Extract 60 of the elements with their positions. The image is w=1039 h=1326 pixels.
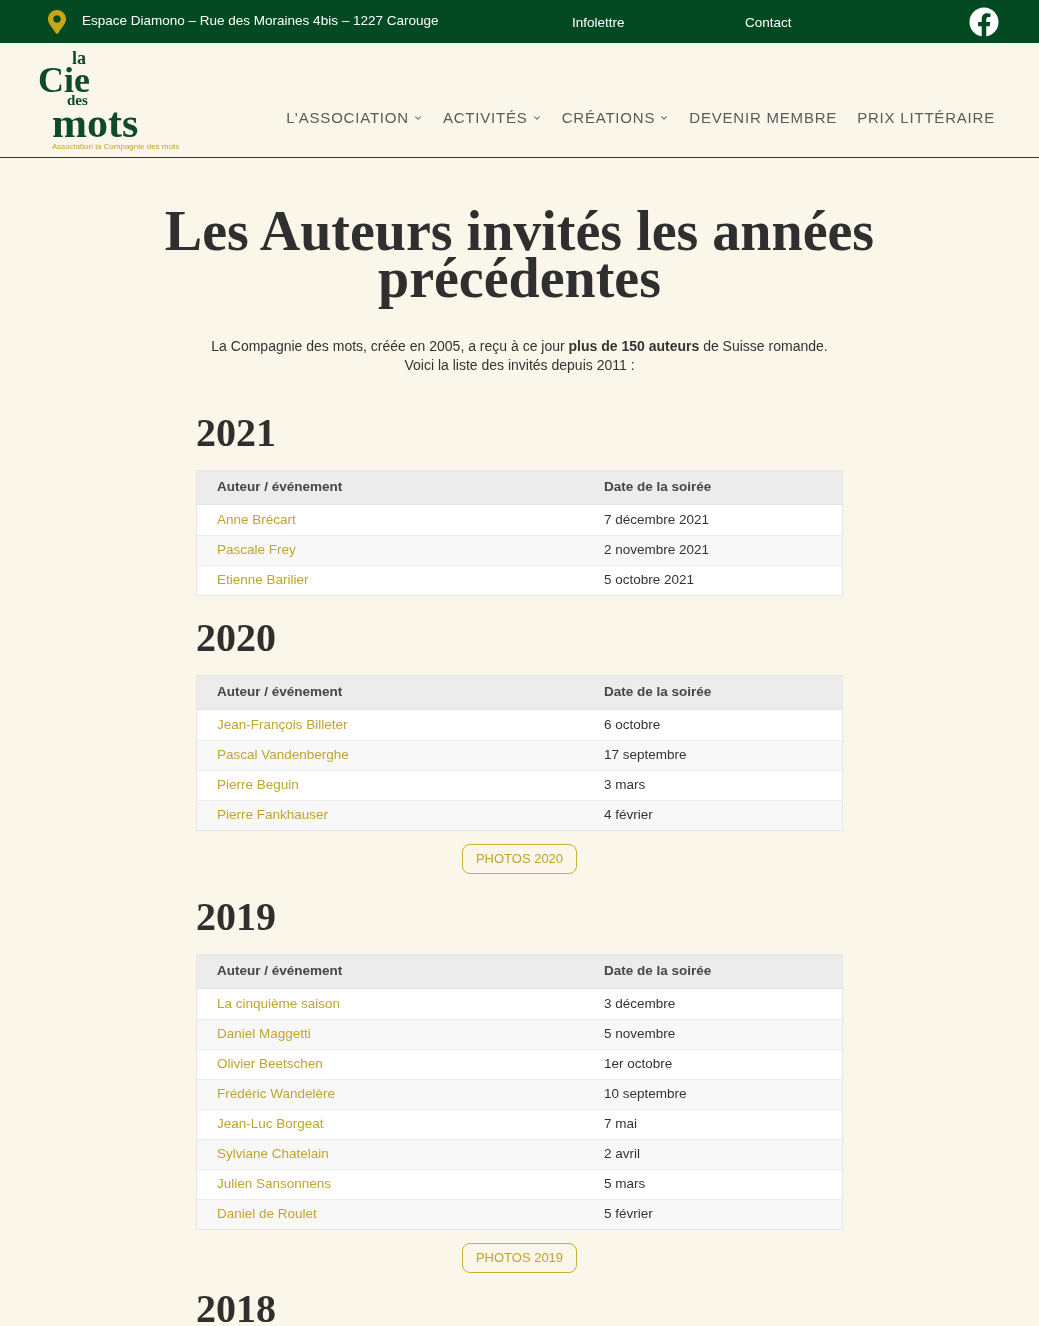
nav-link[interactable]: L’ASSOCIATION [286, 106, 423, 130]
author-link[interactable]: La cinquième saison [217, 995, 341, 1011]
year-heading: 2018 [196, 1293, 276, 1325]
date-text: 5 octobre 2021 [604, 572, 695, 588]
column-header: Auteur / événement [217, 963, 343, 979]
author-link[interactable]: Daniel Maggetti [217, 1026, 311, 1042]
date-text: 4 février [604, 807, 653, 823]
column-header: Date de la soirée [604, 684, 712, 700]
author-link[interactable]: Pierre Fankhauser [217, 807, 329, 823]
author-link[interactable]: Pierre Beguin [217, 777, 299, 793]
address-text: Espace Diamono – Rue des Moraines 4bis – 1227 Carouge [82, 12, 439, 31]
author-link[interactable]: Sylviane Chatelain [217, 1146, 329, 1162]
column-header: Date de la soirée [604, 963, 712, 979]
logo-tagline: Association la Compagnie des mots [52, 141, 180, 151]
facebook-icon[interactable] [969, 6, 999, 37]
photos-button[interactable]: PHOTOS 2019 [461, 1243, 578, 1273]
author-link[interactable]: Julien Sansonnens [217, 1176, 332, 1192]
date-text: 5 février [604, 1206, 653, 1222]
year-heading: 2021 [196, 417, 276, 449]
column-header: Auteur / événement [217, 684, 343, 700]
date-text: 2 avril [604, 1146, 640, 1162]
author-link[interactable]: Anne Brécart [217, 511, 296, 527]
date-text: 2 novembre 2021 [604, 542, 710, 558]
logo-text: la [72, 49, 86, 66]
map-pin-icon [48, 9, 66, 34]
intro-text: La Compagnie des mots, créée en 2005, a reçu à ce jour plus de 150 auteurs de Suisse romande. [211, 337, 828, 356]
author-link[interactable]: Pascal Vandenberghe [217, 747, 349, 763]
date-text: 3 mars [604, 777, 646, 793]
nav-link[interactable]: CRÉATIONS [561, 106, 670, 130]
date-text: 5 mars [604, 1176, 646, 1192]
author-link[interactable]: Daniel de Roulet [217, 1206, 317, 1222]
author-link[interactable]: Pascale Frey [217, 542, 296, 558]
logo-text: mots [52, 105, 139, 140]
intro-text: Voici la liste des invités depuis 2011 : [404, 356, 635, 375]
author-link[interactable]: Jean-Luc Borgeat [217, 1116, 324, 1132]
column-header: Auteur / événement [217, 479, 343, 495]
nav-link[interactable]: ACTIVITÉS [442, 106, 542, 130]
page-title: Les Auteurs invités les années précédentes [163, 208, 876, 311]
nav-link[interactable]: DEVENIR MEMBRE [689, 106, 838, 130]
author-link[interactable]: Olivier Beetschen [217, 1056, 323, 1072]
nav-link[interactable]: PRIX LITTÉRAIRE [857, 106, 995, 130]
date-text: 6 octobre [604, 716, 661, 732]
author-link[interactable]: Frédéric Wandelère [217, 1086, 336, 1102]
year-heading: 2019 [196, 901, 276, 933]
date-text: 3 décembre [604, 995, 676, 1011]
logo-text: Cie [38, 65, 90, 94]
top-bar-link[interactable]: Infolettre [572, 14, 625, 30]
date-text: 10 septembre [604, 1086, 687, 1102]
date-text: 7 décembre 2021 [604, 511, 710, 527]
author-link[interactable]: Etienne Barilier [217, 572, 309, 588]
year-heading: 2020 [196, 622, 276, 654]
date-text: 17 septembre [604, 747, 687, 763]
date-text: 1er octobre [604, 1056, 673, 1072]
logo-text: des [67, 93, 88, 106]
photos-button[interactable]: PHOTOS 2020 [461, 844, 578, 874]
author-link[interactable]: Jean-François Billeter [217, 716, 348, 732]
top-bar-link[interactable]: Contact [745, 14, 792, 30]
column-header: Date de la soirée [604, 479, 712, 495]
date-text: 5 novembre [604, 1026, 676, 1042]
date-text: 7 mai [604, 1116, 637, 1132]
